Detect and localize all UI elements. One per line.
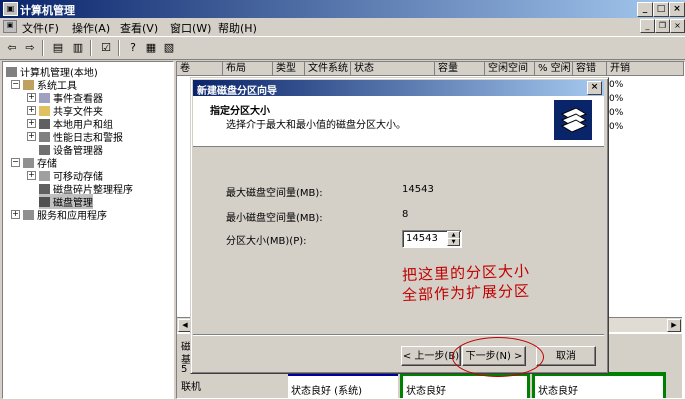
column-header-overhead[interactable]: 开销 — [607, 62, 684, 76]
settings-icon[interactable]: ▧ — [161, 40, 177, 55]
expand-toggle[interactable]: + — [27, 119, 36, 128]
dialog-divider — [193, 334, 604, 336]
toolbar: ⇦ ⇨ ▤ ▥ ☑ ? ▦ ▧ — [0, 36, 685, 60]
column-header-fault-tolerance[interactable]: 容错 — [573, 62, 607, 76]
disk-online-label: 联机 — [181, 382, 201, 393]
annotation-circle — [452, 337, 544, 377]
removable-storage-icon — [39, 171, 50, 181]
title-bar[interactable]: ▣ 计算机管理 _ □ × — [0, 0, 685, 18]
help-icon[interactable]: ? — [125, 40, 141, 55]
tree-item-services-apps[interactable]: 服务和应用程序 — [23, 207, 107, 222]
expand-toggle[interactable]: + — [27, 171, 36, 180]
partition-size-input[interactable]: 14543 — [406, 233, 438, 244]
menu-view[interactable]: 查看(V) — [120, 20, 158, 36]
column-header-type[interactable]: 类型 — [273, 62, 305, 76]
performance-icon — [39, 132, 50, 142]
close-button[interactable]: × — [669, 2, 685, 17]
column-header-layout[interactable]: 布局 — [223, 62, 273, 76]
dialog-close-button[interactable]: × — [587, 81, 602, 95]
minimize-button[interactable]: _ — [637, 2, 653, 17]
back-arrow-icon[interactable]: ⇦ — [4, 40, 20, 55]
export-list-icon[interactable]: ▦ — [143, 40, 159, 55]
expand-toggle[interactable]: + — [27, 106, 36, 115]
toolbar-separator — [118, 40, 120, 56]
dialog-header: 指定分区大小 选择介于最大和最小值的磁盘分区大小。 — [193, 96, 604, 147]
forward-arrow-icon[interactable]: ⇨ — [22, 40, 38, 55]
partition-size-spinner[interactable]: 14543 ▲ ▼ — [402, 230, 462, 248]
users-icon — [39, 119, 50, 129]
mdi-minimize-button[interactable]: _ — [640, 19, 655, 33]
expand-toggle[interactable]: + — [11, 210, 20, 219]
menu-help[interactable]: 帮助(H) — [218, 20, 257, 36]
toolbar-separator — [90, 40, 92, 56]
expand-toggle[interactable]: + — [27, 132, 36, 141]
app-icon: ▣ — [3, 2, 18, 16]
partition-logical[interactable]: 状态良好 — [532, 372, 666, 398]
dialog-heading: 指定分区大小 — [210, 106, 270, 117]
min-space-label: 最小磁盘空间量(MB): — [226, 213, 323, 224]
partition-status: 状态良好 — [406, 386, 446, 397]
toolbar-separator — [42, 40, 44, 56]
scroll-right-arrow-icon[interactable]: ▶ — [667, 319, 681, 332]
tools-icon — [23, 80, 34, 90]
expand-toggle[interactable]: + — [27, 93, 36, 102]
spin-down-icon[interactable]: ▼ — [447, 238, 460, 246]
column-header-free-space[interactable]: 空闲空间 — [485, 62, 535, 76]
partition-size-label: 分区大小(MB)(P): — [226, 236, 307, 247]
column-header-volume[interactable]: 卷 — [177, 62, 223, 76]
mdi-restore-button[interactable]: ❐ — [655, 19, 670, 33]
show-tree-icon[interactable]: ▥ — [70, 40, 86, 55]
disk-stack-icon — [554, 100, 592, 140]
properties-icon[interactable]: ☑ — [98, 40, 114, 55]
menu-window[interactable]: 窗口(W) — [170, 20, 211, 36]
mdi-close-button[interactable]: × — [670, 19, 685, 33]
services-icon — [23, 210, 34, 220]
collapse-toggle[interactable]: − — [11, 158, 20, 167]
collapse-toggle[interactable]: − — [11, 80, 20, 89]
partition-status: 状态良好 — [538, 386, 578, 397]
overhead-value: 0% — [609, 80, 624, 90]
event-viewer-icon — [39, 93, 50, 103]
menu-action[interactable]: 操作(A) — [72, 20, 110, 36]
window-title: 计算机管理 — [20, 4, 75, 17]
cancel-button[interactable]: 取消 — [536, 346, 596, 366]
column-header-filesystem[interactable]: 文件系统 — [305, 62, 351, 76]
overhead-value: 0% — [609, 108, 624, 118]
mdi-icon[interactable]: ▣ — [3, 20, 17, 33]
annotation-line-2: 全部作为扩展分区 — [401, 281, 531, 305]
overhead-value: 0% — [609, 94, 624, 104]
menu-file[interactable]: 文件(F) — [22, 20, 59, 36]
max-space-label: 最大磁盘空间量(MB): — [226, 188, 323, 199]
device-manager-icon — [39, 145, 50, 155]
maximize-button[interactable]: □ — [653, 2, 669, 17]
folder-icon — [39, 106, 50, 116]
column-header-capacity[interactable]: 容量 — [435, 62, 485, 76]
overhead-value: 0% — [609, 122, 624, 132]
disk-size-label: 5 — [181, 364, 188, 375]
up-folder-icon[interactable]: ▤ — [50, 40, 66, 55]
menu-bar: ▣ 文件(F) 操作(A) 查看(V) 窗口(W) 帮助(H) — [0, 18, 685, 35]
partition-system[interactable]: 状态良好 (系统) — [288, 372, 398, 398]
dialog-subheading: 选择介于最大和最小值的磁盘分区大小。 — [226, 120, 406, 131]
computer-icon — [6, 67, 17, 77]
dialog-title: 新建磁盘分区向导 — [197, 86, 277, 97]
new-partition-wizard-dialog: 新建磁盘分区向导 × 指定分区大小 选择介于最大和最小值的磁盘分区大小。 最大磁… — [190, 77, 609, 374]
column-header-status[interactable]: 状态 — [351, 62, 435, 76]
min-space-value: 8 — [402, 209, 409, 220]
column-header-percent-free[interactable]: % 空闲 — [535, 62, 573, 76]
defrag-icon — [39, 184, 50, 194]
computer-management-window: ▣ 计算机管理 _ □ × ▣ 文件(F) 操作(A) 查看(V) 窗口(W) … — [0, 0, 685, 400]
disk-icon — [39, 197, 50, 207]
partition-status: 状态良好 (系统) — [291, 386, 362, 397]
dialog-title-bar[interactable]: 新建磁盘分区向导 × — [193, 80, 604, 97]
storage-icon — [23, 158, 34, 168]
console-tree: 计算机管理(本地) − 系统工具 + 事件查看器 + 共享文件夹 + 本地用户和… — [2, 61, 174, 399]
max-space-value: 14543 — [402, 184, 434, 195]
